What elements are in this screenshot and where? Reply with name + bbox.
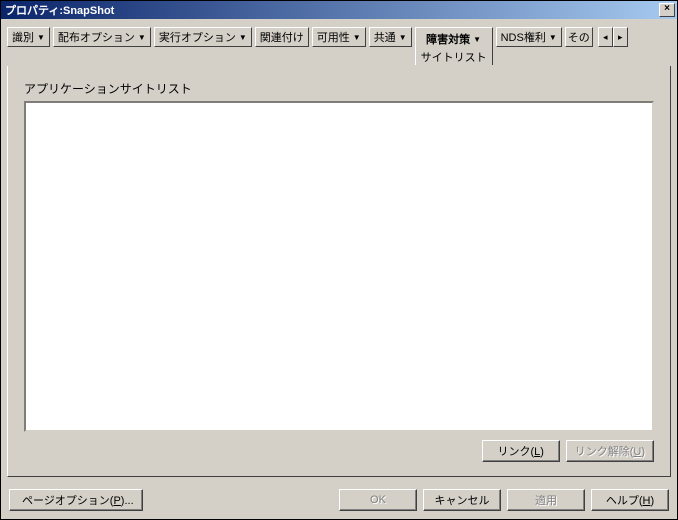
chevron-down-icon: ▼ bbox=[239, 33, 247, 42]
tab-associations[interactable]: 関連付け bbox=[255, 27, 309, 47]
page-options-button[interactable]: ページオプション(P)... bbox=[9, 489, 143, 511]
dialog-button-bar: ページオプション(P)... OK キャンセル 適用 ヘルプ(H) bbox=[1, 483, 677, 519]
apply-button: 適用 bbox=[507, 489, 585, 511]
properties-dialog: プロパティ:SnapShot × 識別▼ 配布オプション▼ 実行オプション▼ 関… bbox=[0, 0, 678, 520]
tab-nds-rights[interactable]: NDS権利▼ bbox=[496, 27, 562, 47]
site-list-label: アプリケーションサイトリスト bbox=[24, 80, 654, 97]
chevron-down-icon: ▼ bbox=[138, 33, 146, 42]
dialog-content: 識別▼ 配布オプション▼ 実行オプション▼ 関連付け 可用性▼ 共通▼ 障害対策… bbox=[1, 19, 677, 483]
tab-subtitle: サイトリスト bbox=[421, 49, 487, 65]
titlebar: プロパティ:SnapShot × bbox=[1, 1, 677, 19]
scroll-left-icon[interactable]: ◂ bbox=[598, 27, 613, 47]
ok-button: OK bbox=[339, 489, 417, 511]
chevron-down-icon: ▼ bbox=[473, 35, 481, 44]
tab-fault-tolerance[interactable]: 障害対策▼ サイトリスト bbox=[415, 27, 493, 65]
cancel-button[interactable]: キャンセル bbox=[423, 489, 501, 511]
tab-panel: アプリケーションサイトリスト リンク(L) リンク解除(U) bbox=[7, 66, 671, 477]
tab-identification[interactable]: 識別▼ bbox=[7, 27, 50, 47]
chevron-down-icon: ▼ bbox=[399, 33, 407, 42]
chevron-down-icon: ▼ bbox=[549, 33, 557, 42]
tab-scroll: ◂ ▸ bbox=[598, 27, 628, 47]
chevron-down-icon: ▼ bbox=[37, 33, 45, 42]
tab-distribution-options[interactable]: 配布オプション▼ bbox=[53, 27, 151, 47]
tab-availability[interactable]: 可用性▼ bbox=[312, 27, 366, 47]
tab-overflow[interactable]: その bbox=[565, 27, 593, 47]
tab-common[interactable]: 共通▼ bbox=[369, 27, 412, 47]
panel-buttons: リンク(L) リンク解除(U) bbox=[24, 440, 654, 462]
scroll-right-icon[interactable]: ▸ bbox=[613, 27, 628, 47]
chevron-down-icon: ▼ bbox=[353, 33, 361, 42]
tab-run-options[interactable]: 実行オプション▼ bbox=[154, 27, 252, 47]
help-button[interactable]: ヘルプ(H) bbox=[591, 489, 669, 511]
close-icon[interactable]: × bbox=[659, 3, 675, 17]
link-button[interactable]: リンク(L) bbox=[482, 440, 560, 462]
tab-strip: 識別▼ 配布オプション▼ 実行オプション▼ 関連付け 可用性▼ 共通▼ 障害対策… bbox=[7, 27, 671, 67]
site-list-box[interactable] bbox=[24, 101, 654, 432]
window-title: プロパティ:SnapShot bbox=[3, 2, 114, 18]
unlink-button: リンク解除(U) bbox=[566, 440, 654, 462]
